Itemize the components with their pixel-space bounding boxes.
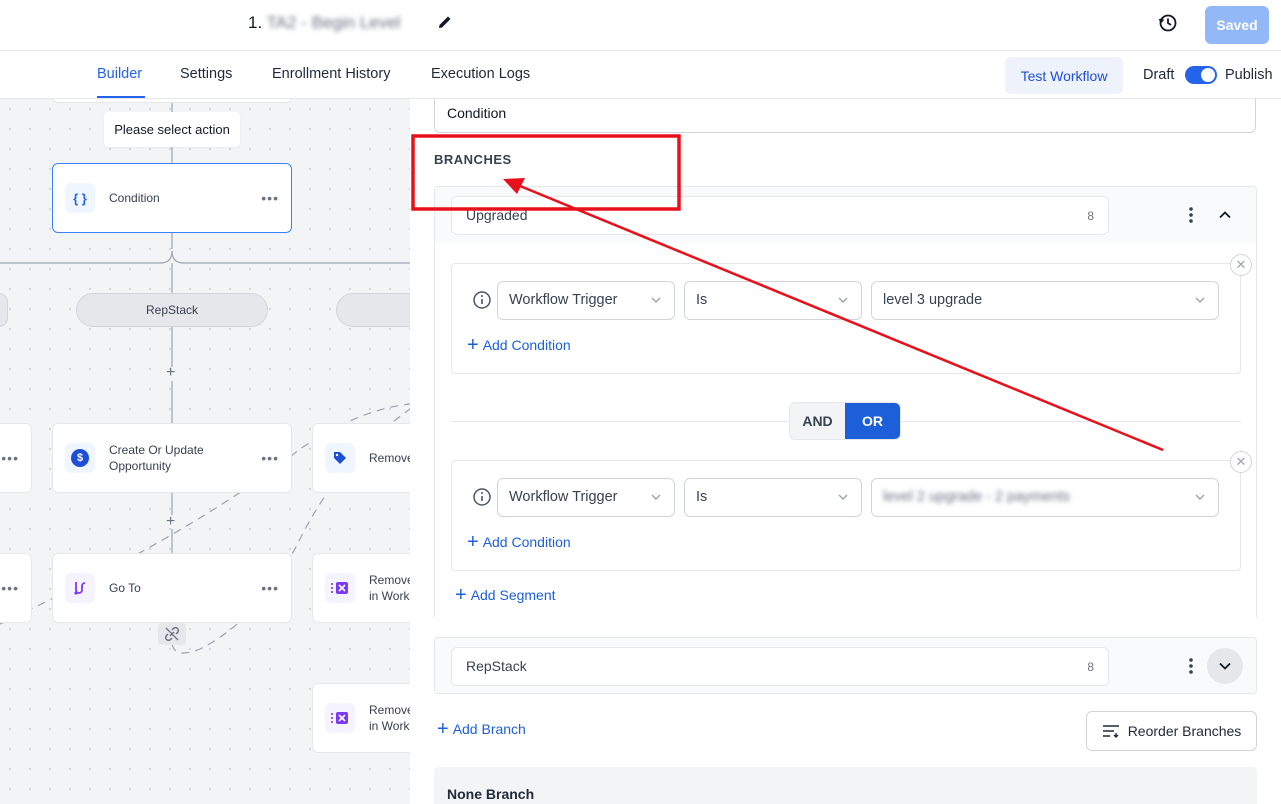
- tag-remove-icon: [325, 443, 355, 473]
- condition-node[interactable]: { } Condition •••: [52, 163, 292, 233]
- previous-node[interactable]: [52, 99, 292, 103]
- info-icon: [473, 291, 491, 309]
- tab-enrollment-history[interactable]: Enrollment History: [272, 66, 390, 82]
- chevron-down-icon: [838, 297, 848, 303]
- publish-toggle[interactable]: [1185, 66, 1217, 84]
- remove-from-workflow-node[interactable]: Remove in Work: [312, 553, 410, 623]
- node-menu-icon[interactable]: •••: [1, 450, 19, 466]
- node-menu-icon[interactable]: •••: [261, 190, 279, 206]
- segment-2: ✕ Workflow Trigger Is level 2 upgrade - …: [451, 451, 1252, 571]
- remove-segment-icon[interactable]: ✕: [1230, 254, 1252, 276]
- char-count: 8: [1087, 660, 1094, 674]
- branch-pill-left[interactable]: [0, 293, 8, 327]
- chevron-down-icon: [838, 494, 848, 500]
- chevron-down-icon: [1195, 297, 1205, 303]
- top-bar: 1. TA2 - Begin Level Saved: [0, 0, 1281, 51]
- condition-settings-panel: Condition BRANCHES Upgraded 8 ✕ Workflow…: [410, 99, 1281, 804]
- goto-node[interactable]: Go To •••: [52, 553, 292, 623]
- test-workflow-button[interactable]: Test Workflow: [1005, 57, 1123, 94]
- remove-segment-icon[interactable]: ✕: [1230, 451, 1252, 473]
- expand-button[interactable]: [1207, 648, 1243, 684]
- left-partial-node[interactable]: •••: [0, 553, 32, 623]
- none-branch-label: None Branch: [447, 786, 535, 802]
- blurred-title: TA2 - Begin Level: [266, 13, 401, 32]
- value-select[interactable]: level 3 upgrade: [871, 281, 1219, 320]
- add-step-icon[interactable]: +: [166, 513, 175, 531]
- chevron-down-icon: [651, 494, 661, 500]
- kebab-menu-icon[interactable]: [1183, 205, 1199, 225]
- and-option[interactable]: AND: [790, 403, 845, 439]
- plus-icon: +: [437, 718, 449, 740]
- remove-workflow-icon: [325, 573, 355, 603]
- opportunity-node-label: Create Or Update Opportunity: [109, 443, 204, 473]
- chevron-down-icon: [1195, 494, 1205, 500]
- chevron-up-icon: [1219, 211, 1231, 219]
- operator-select[interactable]: Is: [684, 478, 862, 517]
- left-partial-node[interactable]: •••: [0, 423, 32, 493]
- branch-name-input[interactable]: Upgraded 8: [451, 196, 1109, 235]
- add-condition-link[interactable]: + Add Condition: [467, 531, 571, 553]
- chevron-down-icon: [651, 297, 661, 303]
- condition-name-input[interactable]: Condition: [434, 99, 1256, 133]
- add-branch-link[interactable]: + Add Branch: [437, 718, 526, 740]
- segments-container: ✕ Workflow Trigger Is level 3 upgrade + …: [435, 243, 1256, 620]
- branch-pill-right[interactable]: [336, 293, 410, 327]
- workflow-canvas[interactable]: Please select action { } Condition ••• R…: [0, 99, 410, 804]
- node-menu-icon[interactable]: •••: [261, 580, 279, 596]
- opportunity-node[interactable]: $ Create Or Update Opportunity •••: [52, 423, 292, 493]
- remove-workflow-icon: [325, 703, 355, 733]
- branch-name-input[interactable]: RepStack 8: [451, 647, 1109, 686]
- segment-1: ✕ Workflow Trigger Is level 3 upgrade + …: [451, 254, 1252, 374]
- branch-pill-repstack[interactable]: RepStack: [76, 293, 268, 327]
- field-select[interactable]: Workflow Trigger: [497, 281, 675, 320]
- pencil-icon[interactable]: [437, 14, 453, 30]
- saved-button[interactable]: Saved: [1205, 6, 1269, 44]
- publish-label: Publish: [1225, 67, 1273, 83]
- remove-node-label: Remove in Work: [369, 573, 410, 603]
- plus-icon: +: [467, 334, 479, 356]
- or-option[interactable]: OR: [845, 403, 900, 439]
- branches-heading: BRANCHES: [434, 152, 512, 167]
- and-or-toggle[interactable]: AND OR: [789, 402, 901, 440]
- plus-icon: +: [455, 584, 467, 606]
- node-menu-icon[interactable]: •••: [1, 580, 19, 596]
- plus-icon: +: [467, 531, 479, 553]
- none-branch-section: None Branch: [434, 767, 1257, 804]
- draft-label: Draft: [1143, 67, 1175, 83]
- add-condition-link[interactable]: + Add Condition: [467, 334, 571, 356]
- remove-node-label: Remove: [369, 451, 410, 465]
- collapse-button[interactable]: [1207, 197, 1243, 233]
- tab-execution-logs[interactable]: Execution Logs: [431, 66, 530, 82]
- workflow-title[interactable]: 1. TA2 - Begin Level: [248, 13, 400, 33]
- goto-node-label: Go To: [109, 581, 141, 595]
- operator-select[interactable]: Is: [684, 281, 862, 320]
- unlink-icon[interactable]: [158, 623, 186, 645]
- chevron-down-icon: [1219, 662, 1231, 670]
- field-select[interactable]: Workflow Trigger: [497, 478, 675, 517]
- branch-card-repstack: RepStack 8: [434, 637, 1257, 694]
- info-icon: [473, 488, 491, 506]
- reorder-branches-button[interactable]: Reorder Branches: [1086, 711, 1257, 751]
- tab-bar: Builder Settings Enrollment History Exec…: [0, 51, 1281, 99]
- reorder-icon: [1102, 725, 1119, 738]
- braces-icon: { }: [65, 183, 95, 213]
- remove-node-label: Remove in Work: [369, 703, 410, 733]
- char-count: 8: [1087, 209, 1094, 223]
- history-icon[interactable]: [1158, 13, 1178, 33]
- select-action-tooltip: Please select action: [104, 112, 240, 147]
- add-step-icon[interactable]: +: [166, 364, 175, 382]
- node-menu-icon[interactable]: •••: [261, 450, 279, 466]
- condition-node-label: Condition: [109, 191, 160, 205]
- kebab-menu-icon[interactable]: [1183, 656, 1199, 676]
- branch-card-upgraded: Upgraded 8 ✕ Workflow Trigger Is level 3…: [434, 186, 1257, 620]
- add-segment-link[interactable]: + Add Segment: [455, 584, 556, 606]
- remove-from-workflow-node-2[interactable]: Remove in Work: [312, 683, 410, 753]
- remove-tag-node[interactable]: Remove: [312, 423, 410, 493]
- tab-builder[interactable]: Builder: [97, 66, 142, 82]
- tab-settings[interactable]: Settings: [180, 66, 232, 82]
- goto-icon: [65, 573, 95, 603]
- active-tab-indicator: [97, 96, 145, 98]
- dollar-icon: $: [65, 443, 95, 473]
- value-select[interactable]: level 2 upgrade - 2 payments: [871, 478, 1219, 517]
